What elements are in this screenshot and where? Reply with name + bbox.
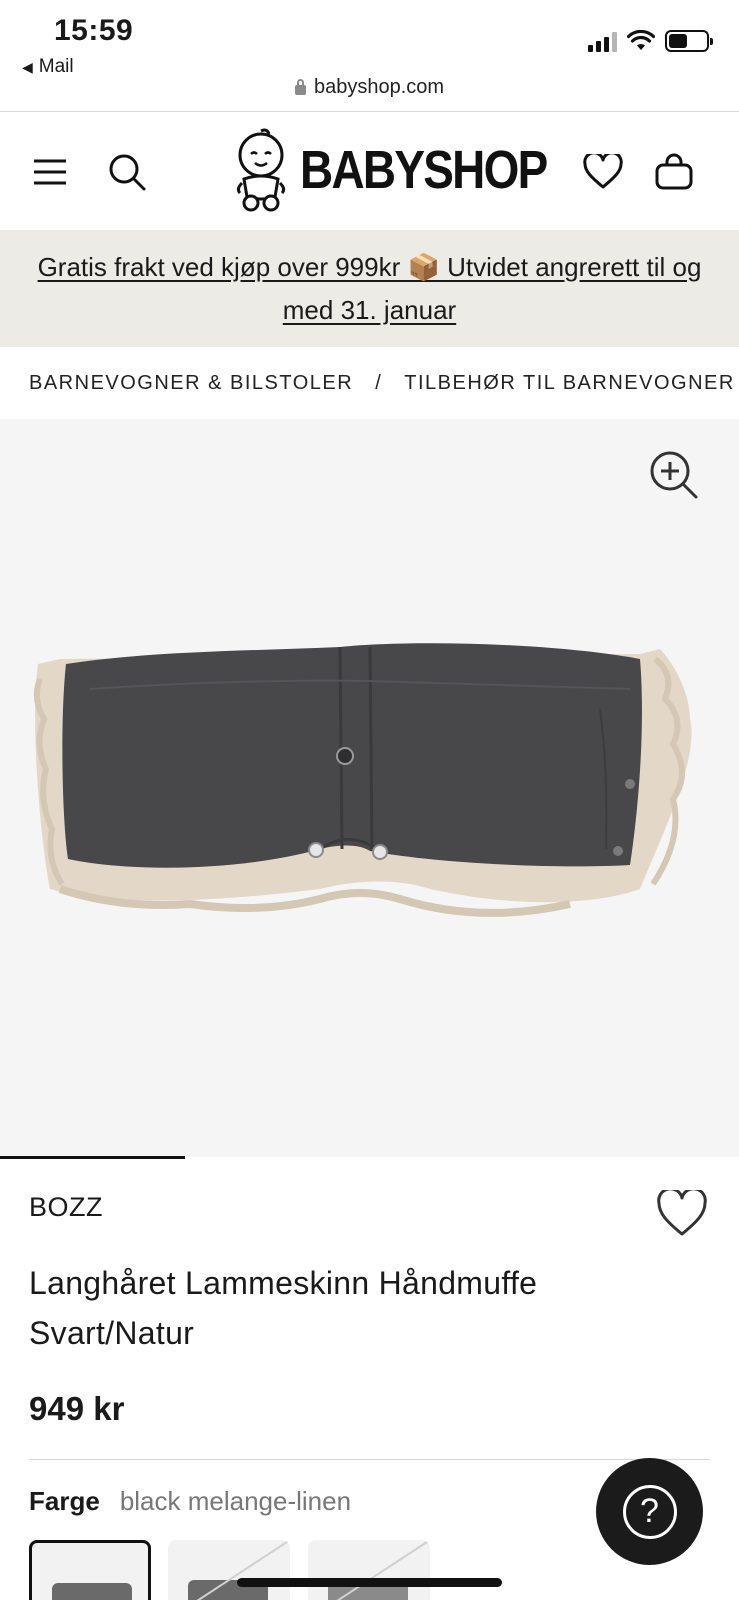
help-chat-button[interactable]: ? — [596, 1458, 703, 1565]
address-bar[interactable]: babyshop.com — [0, 76, 739, 99]
status-bar: 15:59 ◀ Mail babyshop.com — [0, 0, 739, 112]
bag-icon[interactable] — [651, 149, 697, 195]
product-photo — [33, 643, 692, 917]
home-indicator[interactable] — [237, 1578, 502, 1587]
breadcrumb: BARNEVOGNER & BILSTOLER / TILBEHØR TIL B… — [0, 347, 739, 419]
breadcrumb-separator: / — [375, 371, 383, 394]
color-label: Farge — [29, 1486, 100, 1516]
promo-banner[interactable]: Gratis frakt ved kjøp over 999kr 📦 Utvid… — [0, 230, 739, 347]
back-app-label: Mail — [38, 56, 74, 77]
back-arrow-icon: ◀ — [22, 58, 33, 75]
color-swatch[interactable] — [308, 1540, 430, 1600]
heart-icon[interactable] — [580, 149, 626, 195]
color-swatch[interactable] — [168, 1540, 290, 1600]
selected-color-value: black melange-linen — [119, 1486, 352, 1516]
cellular-signal-icon — [588, 30, 617, 52]
product-title: Langhåret Lammeskinn Håndmuffe Svart/Nat… — [29, 1265, 538, 1351]
unavailable-slash-icon — [336, 1540, 430, 1600]
wishlist-heart-icon[interactable] — [656, 1187, 708, 1238]
url-text: babyshop.com — [313, 76, 445, 98]
wifi-icon — [627, 30, 655, 50]
clock: 15:59 — [54, 14, 134, 47]
battery-icon — [665, 30, 713, 52]
product-brand[interactable]: BOZZ — [29, 1192, 103, 1223]
lock-icon — [294, 78, 306, 95]
zoom-in-icon[interactable] — [648, 449, 700, 501]
product-price: 949 kr — [29, 1390, 125, 1427]
question-mark-icon: ? — [622, 1484, 677, 1539]
back-to-mail-link[interactable]: ◀ Mail — [22, 56, 74, 78]
status-icons — [588, 30, 713, 52]
baby-mascot-icon — [236, 128, 286, 212]
promo-text[interactable]: Gratis frakt ved kjøp over 999kr 📦 Utvid… — [28, 246, 711, 332]
gallery-progress-indicator — [0, 1156, 185, 1159]
search-icon[interactable] — [104, 149, 150, 195]
product-image-gallery[interactable] — [0, 419, 739, 1157]
breadcrumb-item[interactable]: BARNEVOGNER & BILSTOLER — [29, 372, 353, 395]
color-selector-label: Farge black melange-linen — [29, 1486, 351, 1517]
color-swatch-selected[interactable] — [29, 1540, 151, 1600]
site-header: BABYSHOP — [0, 113, 739, 230]
babyshop-logo[interactable]: BABYSHOP — [232, 127, 590, 213]
menu-icon[interactable] — [27, 149, 73, 195]
divider — [29, 1459, 710, 1460]
swatch-thumbnail — [52, 1583, 132, 1600]
logo-wordmark: BABYSHOP — [300, 140, 548, 200]
breadcrumb-item[interactable]: TILBEHØR TIL BARNEVOGNER — [404, 372, 735, 395]
unavailable-slash-icon — [196, 1540, 290, 1600]
